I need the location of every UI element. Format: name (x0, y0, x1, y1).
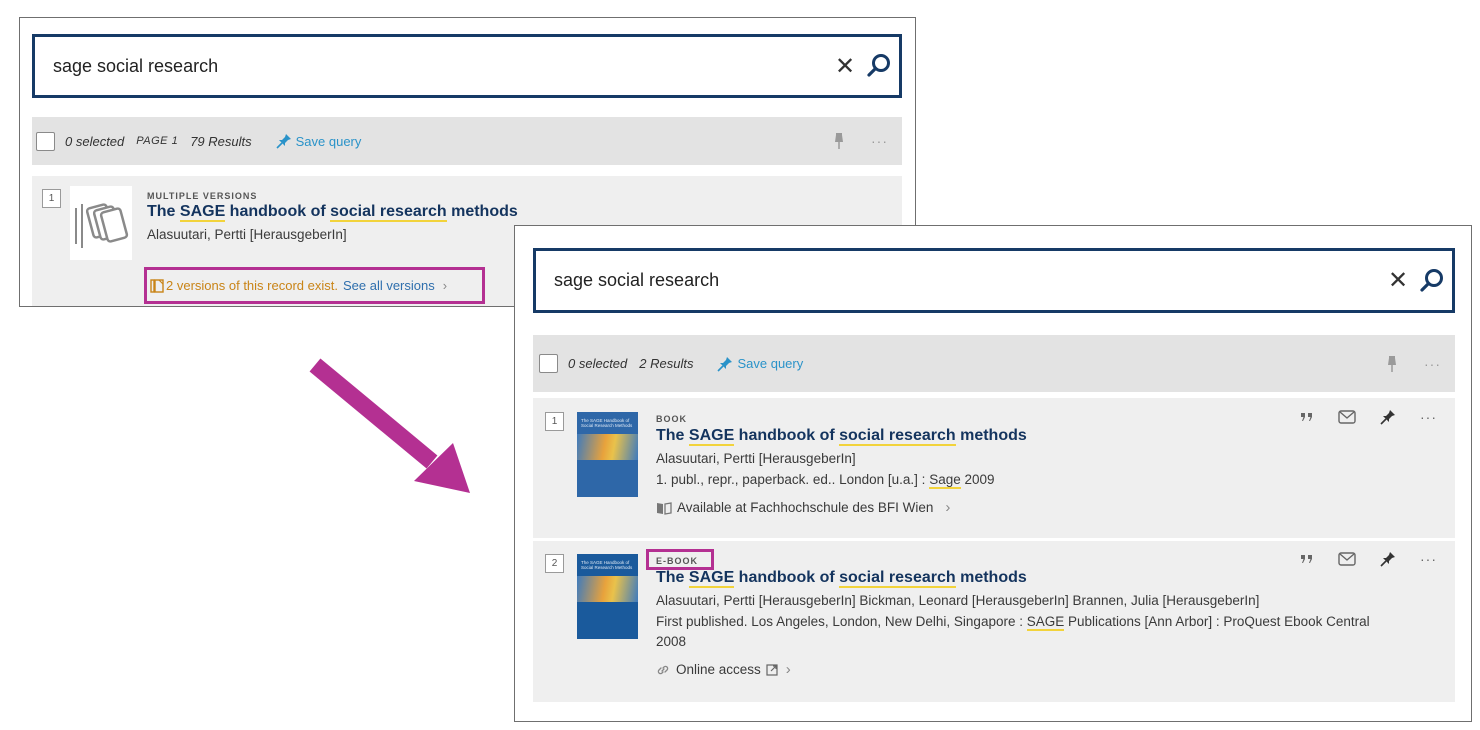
record-type: MULTIPLE VERSIONS (147, 191, 258, 201)
save-query-label: Save query (737, 356, 804, 371)
title-highlight: SAGE (688, 427, 735, 446)
title-highlight: SAGE (688, 569, 735, 588)
pin-icon[interactable] (1380, 551, 1396, 567)
online-access-text: Online access (676, 662, 761, 677)
title-highlight: social research (839, 569, 956, 588)
title-text: handbook of (734, 427, 840, 444)
title-highlight: social research (330, 203, 447, 222)
cover-image (577, 434, 638, 460)
pin-icon[interactable] (1380, 409, 1396, 425)
more-icon[interactable]: ··· (1420, 409, 1437, 425)
email-icon[interactable] (1338, 410, 1356, 424)
title-text: handbook of (734, 569, 840, 586)
availability-link[interactable]: Available at Fachhochschule des BFI Wien… (656, 499, 950, 516)
availability-text: Available at Fachhochschule des BFI Wien (677, 500, 934, 515)
record-title[interactable]: The SAGE handbook of social research met… (656, 569, 1027, 588)
book-icon (657, 501, 672, 515)
record-actions: ··· (1300, 409, 1437, 425)
pin-icon[interactable] (833, 132, 845, 150)
more-icon[interactable]: ··· (871, 133, 888, 149)
save-query-button[interactable]: Save query (717, 356, 803, 372)
record-year: 2008 (656, 634, 687, 649)
title-text: methods (446, 203, 518, 220)
pin-icon (717, 356, 733, 372)
record-number: 1 (42, 189, 61, 208)
search-icon[interactable] (1412, 261, 1452, 301)
link-icon (657, 665, 669, 674)
search-bar: sage social research ✕ (32, 34, 902, 98)
chevron-right-icon: › (945, 499, 951, 516)
page-indicator: PAGE 1 (136, 135, 179, 147)
cover-title: The SAGE Handbook of Social Research Met… (581, 418, 633, 429)
search-input[interactable]: sage social research (536, 270, 1384, 291)
close-icon[interactable]: ✕ (831, 52, 859, 81)
publication-text: 2009 (960, 472, 995, 487)
publication-text: First published. Los Angeles, London, Ne… (656, 614, 1027, 629)
title-highlight: social research (839, 427, 956, 446)
record-number: 1 (545, 412, 564, 431)
versions-text: 2 versions of this record exist. (166, 278, 338, 293)
cover-image (577, 576, 638, 602)
chevron-right-icon: › (442, 278, 448, 293)
save-query-button[interactable]: Save query (276, 133, 362, 149)
toolbar-actions: ··· (1386, 335, 1441, 392)
more-icon[interactable]: ··· (1424, 356, 1441, 372)
close-icon[interactable]: ✕ (1384, 266, 1412, 295)
publication-highlight: SAGE (1026, 614, 1065, 631)
title-text: methods (955, 427, 1027, 444)
publication-highlight: Sage (929, 472, 961, 489)
title-highlight: SAGE (179, 203, 226, 222)
title-text: The (656, 569, 689, 586)
external-link-icon (766, 663, 778, 676)
pin-icon[interactable] (1386, 355, 1398, 373)
pin-icon (276, 134, 291, 149)
see-all-versions-link[interactable]: See all versions (343, 278, 435, 293)
record-publication: First published. Los Angeles, London, Ne… (656, 614, 1370, 631)
selected-count: 0 selected (65, 133, 125, 149)
publication-text: 1. publ., repr., paperback. ed.. London … (656, 472, 930, 487)
more-icon[interactable]: ··· (1420, 551, 1437, 567)
title-text: The (147, 203, 180, 220)
result-record: 1 The SAGE Handbook of Social Research M… (533, 398, 1455, 538)
search-results-panel-after: sage social research ✕ 0 selected 2 Resu… (514, 225, 1472, 722)
select-all-checkbox[interactable] (36, 131, 55, 151)
cover-title: The SAGE Handbook of Social Research Met… (581, 560, 633, 571)
chevron-right-icon: › (785, 661, 791, 678)
ebook-callout-box (646, 549, 714, 570)
citation-icon[interactable] (1300, 411, 1314, 423)
arrow-annotation (309, 358, 470, 493)
citation-icon[interactable] (1300, 553, 1314, 565)
record-publication: 1. publ., repr., paperback. ed.. London … (656, 472, 995, 489)
results-toolbar: 0 selected 2 Results Save query ··· (533, 335, 1455, 392)
versions-notice: 2 versions of this record exist. See all… (144, 267, 485, 304)
record-author: Alasuutari, Pertti [HerausgeberIn] (147, 227, 347, 242)
title-text: handbook of (225, 203, 331, 220)
select-all-checkbox[interactable] (539, 354, 558, 373)
search-input[interactable]: sage social research (35, 56, 831, 77)
record-author: Alasuutari, Pertti [HerausgeberIn] (656, 451, 856, 466)
online-access-link[interactable]: Online access › (656, 661, 791, 678)
versions-icon (70, 186, 132, 260)
title-text: The (656, 427, 689, 444)
book-cover[interactable]: The SAGE Handbook of Social Research Met… (577, 412, 638, 497)
ebook-cover[interactable]: The SAGE Handbook of Social Research Met… (577, 554, 638, 639)
results-count: 79 Results (190, 133, 252, 149)
save-query-label: Save query (295, 133, 362, 149)
results-toolbar: 0 selected PAGE 1 79 Results Save query … (32, 117, 902, 165)
search-bar: sage social research ✕ (533, 248, 1455, 313)
record-type: BOOK (656, 414, 687, 424)
versions-icon (150, 278, 164, 293)
record-author: Alasuutari, Pertti [HerausgeberIn] Bickm… (656, 593, 1260, 608)
publication-text: Publications [Ann Arbor] : ProQuest Eboo… (1064, 614, 1370, 629)
search-icon[interactable] (859, 46, 899, 86)
record-number: 2 (545, 554, 564, 573)
title-text: methods (955, 569, 1027, 586)
email-icon[interactable] (1338, 552, 1356, 566)
selected-count: 0 selected (568, 356, 628, 371)
record-title[interactable]: The SAGE handbook of social research met… (147, 203, 518, 222)
toolbar-actions: ··· (833, 117, 888, 165)
record-title[interactable]: The SAGE handbook of social research met… (656, 427, 1027, 446)
record-actions: ··· (1300, 551, 1437, 567)
results-count: 2 Results (639, 356, 694, 371)
